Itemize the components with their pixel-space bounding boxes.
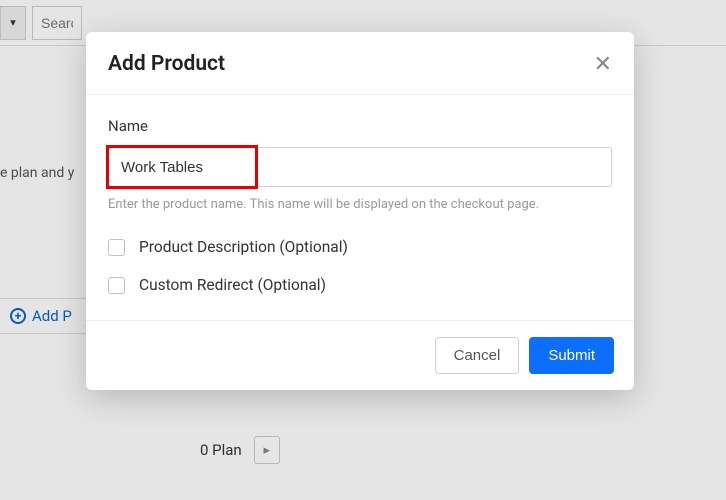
close-button[interactable]: ✕ [594, 53, 612, 75]
modal-body: Name Enter the product name. This name w… [86, 95, 634, 320]
description-option[interactable]: Product Description (Optional) [108, 238, 612, 256]
add-product-modal: Add Product ✕ Name Enter the product nam… [86, 32, 634, 390]
redirect-option[interactable]: Custom Redirect (Optional) [108, 276, 612, 294]
close-icon: ✕ [594, 51, 612, 76]
name-helper-text: Enter the product name. This name will b… [108, 197, 612, 212]
description-checkbox[interactable] [108, 239, 125, 256]
modal-title: Add Product [108, 52, 225, 76]
redirect-checkbox[interactable] [108, 277, 125, 294]
name-label: Name [108, 117, 612, 135]
description-label: Product Description (Optional) [139, 238, 348, 256]
submit-button[interactable]: Submit [529, 337, 614, 374]
product-name-input[interactable] [108, 147, 612, 187]
modal-footer: Cancel Submit [86, 320, 634, 390]
modal-header: Add Product ✕ [86, 32, 634, 94]
name-input-wrap [108, 147, 612, 187]
cancel-button[interactable]: Cancel [435, 337, 520, 374]
redirect-label: Custom Redirect (Optional) [139, 276, 326, 294]
